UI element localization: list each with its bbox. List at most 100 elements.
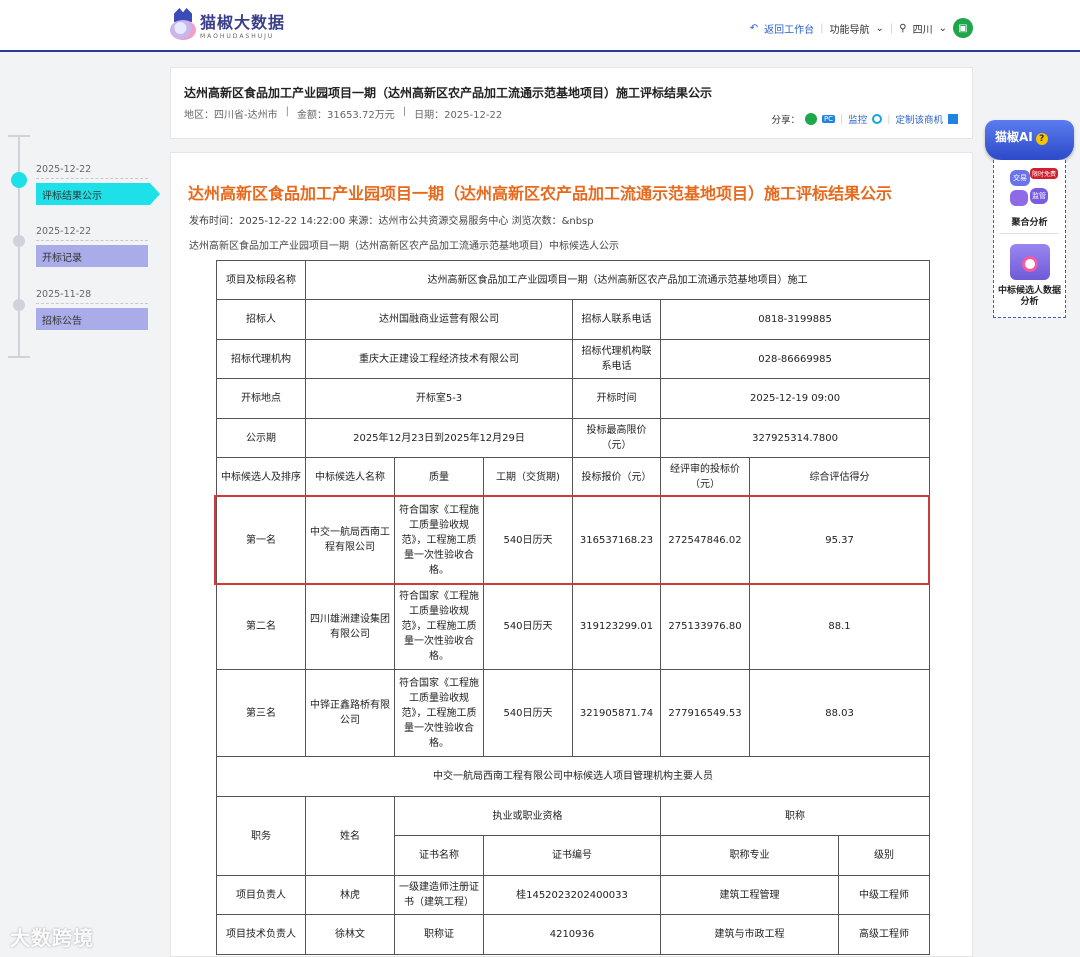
back-to-workbench-link[interactable]: 返回工作台 [764,21,814,36]
table-row: 项目负责人 林虎 一级建造师注册证书（建筑工程） 桂14520232024000… [216,875,931,915]
ai-panel-header[interactable]: 猫椒AI? [985,120,1074,160]
folder-icon[interactable]: ▣ [953,18,973,38]
candidate-rank: 第一名 [216,496,306,584]
article-subtitle: 达州高新区食品加工产业园项目一期（达州高新区农产品加工流通示范基地项目）中标候选… [189,241,619,252]
divider [1000,233,1059,234]
aggregate-analysis-link[interactable]: 聚合分析 [994,215,1065,228]
column-header: 质量 [394,457,484,497]
meta-amount: 金额：31653.72万元 [296,110,395,121]
table-cell: 0818-3199885 [659,299,931,340]
chevron-down-icon: ⌄ [875,22,884,34]
chip: 交易 [1010,170,1030,186]
candidate-reviewed: 272547846.02 [660,496,750,584]
candidate-analysis-link[interactable]: 中标候选人数据分析 [994,286,1065,308]
back-arrow-icon: ↶ [749,22,759,34]
table-label: 投标最高限价（元） [572,418,661,458]
table-label: 招标代理机构联系电话 [572,339,661,379]
candidate-name: 四川雄洲建设集团有限公司 [305,583,395,670]
table-row: 开标地点 开标室5-3 开标时间 2025-12-19 09:00 [216,378,931,419]
column-header: 执业或职业资格 [394,796,661,836]
chip [1010,190,1028,206]
table-label: 项目及标段名称 [216,260,306,300]
bookmark-icon[interactable] [948,114,958,124]
timeline-date: 2025-11-28 [36,289,92,300]
candidate-bid: 319123299.01 [572,583,661,670]
divider [36,178,148,179]
table-cell: 达州国融商业运营有限公司 [305,299,573,340]
candidate-analysis-icon[interactable] [1010,244,1050,280]
column-header: 职称 [659,796,931,836]
staff-cert-no: 桂1452023202400033 [483,875,661,915]
table-row: 公示期 2025年12月23日到2025年12月29日 投标最高限价（元） 32… [216,418,931,458]
table-cell: 327925314.7800 [659,418,931,458]
ai-panel-body: 交易 监管 限时免费 聚合分析 中标候选人数据分析 [993,160,1066,318]
staff-cert-no: 4210936 [483,914,661,955]
staff-role: 项目技术负责人 [216,914,306,955]
timeline-cap [8,135,30,137]
candidate-quality: 符合国家《工程施工质量验收规范》，工程施工质量一次性验收合格。 [394,496,484,584]
ai-panel: 猫椒AI? 交易 监管 限时免费 聚合分析 中标候选人数据分析 [985,120,1074,318]
table-row: 第二名 四川雄洲建设集团有限公司 符合国家《工程施工质量验收规范》，工程施工质量… [216,583,931,670]
help-icon[interactable]: ? [1035,133,1048,145]
staff-name: 徐林文 [305,914,395,955]
wechat-icon[interactable] [804,113,817,125]
column-header: 中标候选人名称 [305,457,395,497]
meta-date: 日期：2025-12-22 [414,110,503,121]
divider: | [887,113,891,125]
share-bar: 分享： PC | 监控 | 定制该商机 [771,112,958,126]
table-label: 公示期 [216,418,306,458]
divider [36,240,148,241]
staff-cert-name: 一级建造师注册证书（建筑工程） [394,875,484,915]
table-cell: 2025年12月23日到2025年12月29日 [305,418,573,458]
staff-major: 建筑工程管理 [660,875,839,915]
table-cell: 开标室5-3 [305,378,573,419]
table-cell: 2025-12-19 09:00 [659,378,931,419]
ai-title: 猫椒AI [995,130,1033,144]
candidate-score: 95.37 [748,496,931,584]
table-label: 招标人联系电话 [572,299,661,340]
divider: | [402,106,407,117]
monitor-link[interactable]: 监控 [848,112,867,126]
table-cell: 重庆大正建设工程经济技术有限公司 [305,339,573,379]
logo-title: 猫椒大数据 [200,12,286,32]
candidate-name: 中铧正鑫路桥有限公司 [305,669,395,757]
column-header: 经评审的投标价（元） [660,457,750,497]
staff-section-title: 中交一航局西南工程有限公司中标候选人项目管理机构主要人员 [215,756,931,797]
custom-opportunity-link[interactable]: 定制该商机 [895,112,943,126]
pc-icon[interactable]: PC [821,115,836,123]
timeline-cap [8,356,30,358]
column-header: 职务 [216,796,306,876]
candidate-bid: 316537168.23 [572,496,661,584]
title-card: 达州高新区食品加工产业园项目一期（达州高新区农产品加工流通示范基地项目）施工评标… [170,67,973,139]
nav-menu-button[interactable]: 功能导航 [830,21,870,36]
publish-info: 发布时间：2025-12-22 14:22:00 来源：达州市公共资源交易服务中… [189,216,594,227]
candidate-score: 88.1 [748,583,931,670]
candidate-reviewed: 275133976.80 [660,583,750,670]
table-cell: 达州高新区食品加工产业园项目一期（达州高新区农产品加工流通示范基地项目）施工 [304,260,931,300]
candidate-bid: 321905871.74 [572,669,661,757]
table-row: 项目技术负责人 徐林文 职称证 4210936 建筑与市政工程 高级工程师 [216,914,931,955]
timeline-label[interactable]: 评标结果公示 [36,183,160,205]
logo[interactable]: 猫椒大数据 MAOHUDASHUJU [170,6,285,42]
timeline-label[interactable]: 招标公告 [36,308,148,330]
timeline: 2025-12-22 评标结果公示 2025-12-22 开标记录 2025-1… [0,135,160,360]
timeline-dot [13,299,25,311]
top-nav: ↶ 返回工作台 | 功能导航 ⌄ | ⚲ 四川 ⌄ ▣ [750,18,973,38]
timeline-label[interactable]: 开标记录 [36,245,148,267]
aggregate-analysis-icon[interactable]: 交易 监管 限时免费 [1010,168,1059,210]
candidate-quality: 符合国家《工程施工质量验收规范》，工程施工质量一次性验收合格。 [394,583,484,670]
divider [36,303,148,304]
table-row: 第一名 中交一航局西南工程有限公司 符合国家《工程施工质量验收规范》，工程施工质… [216,496,931,584]
meta-line: 地区：四川省-达州市 | 金额：31653.72万元 | 日期：2025-12-… [184,106,502,121]
region-selector[interactable]: 四川 [913,21,933,36]
top-bar: 猫椒大数据 MAOHUDASHUJU ↶ 返回工作台 | 功能导航 ⌄ | ⚲ … [0,0,1080,52]
divider: | [285,106,289,117]
logo-subtitle: MAOHUDASHUJU [200,32,275,40]
column-header: 工期（交货期) [483,457,573,497]
candidate-rank: 第三名 [216,669,306,757]
monitor-icon[interactable] [872,114,883,124]
column-header: 姓名 [305,796,395,876]
column-header: 证书编号 [483,835,661,876]
candidate-duration: 540日历天 [483,583,573,670]
timeline-dot [13,235,25,247]
